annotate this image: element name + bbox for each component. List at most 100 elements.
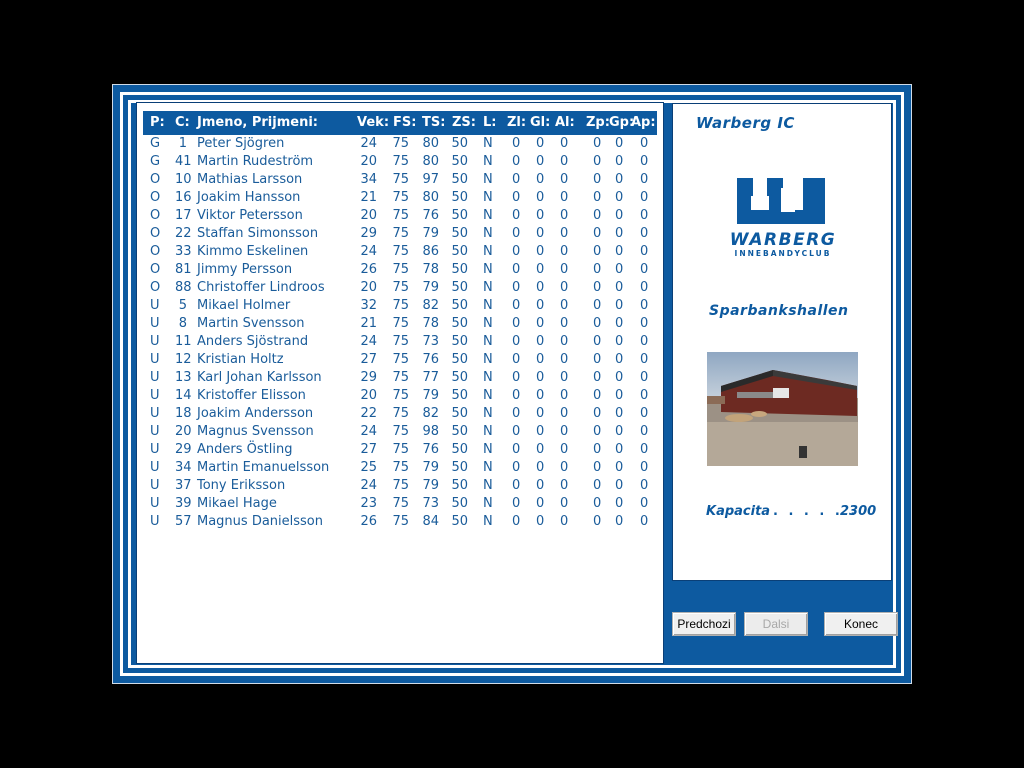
player-num: 37	[175, 478, 192, 493]
player-row[interactable]: U 37 Tony Eriksson 24 75 79 50 N 0 0 0 0 0 0	[143, 477, 657, 495]
player-al: 0	[560, 136, 569, 151]
player-row[interactable]: U 39 Mikael Hage 23 75 73 50 N 0 0 0 0 0 0	[143, 495, 657, 513]
player-gp: 0	[615, 388, 624, 403]
player-row[interactable]: U 11 Anders Sjöstrand 24 75 73 50 N 0 0 0 0 0 0	[143, 333, 657, 351]
player-name: Staffan Simonsson	[197, 226, 319, 241]
player-row[interactable]: G 41 Martin Rudeström 20 75 80 50 N 0 0 0 0 0 0	[143, 153, 657, 171]
player-pos: U	[150, 370, 160, 385]
player-fs: 75	[392, 226, 409, 241]
player-row[interactable]: U 34 Martin Emanuelsson 25 75 79 50 N 0 0 0 0 0 0	[143, 459, 657, 477]
player-gp: 0	[615, 496, 624, 511]
player-zl: 0	[512, 226, 521, 241]
player-zl: 0	[512, 442, 521, 457]
col-header-ap: Ap:	[631, 115, 656, 130]
arena-name: Sparbankshallen	[709, 303, 849, 319]
player-row[interactable]: O 17 Viktor Petersson 20 75 76 50 N 0 0 0 0 0 0	[143, 207, 657, 225]
team-info-panel: Warberg IC WARBERG INNEBANDYCLUB Sparban…	[672, 103, 892, 581]
player-zs: 50	[451, 424, 468, 439]
player-row[interactable]: U 12 Kristian Holtz 27 75 76 50 N 0 0 0 0 0 0	[143, 351, 657, 369]
player-al: 0	[560, 478, 569, 493]
capacity-label: Kapacita	[706, 504, 771, 519]
player-name: Anders Östling	[197, 442, 293, 457]
player-ts: 78	[422, 262, 439, 277]
player-fs: 75	[392, 334, 409, 349]
player-gp: 0	[615, 298, 624, 313]
player-gp: 0	[615, 190, 624, 205]
player-ap: 0	[640, 298, 649, 313]
player-al: 0	[560, 154, 569, 169]
player-name: Kimmo Eskelinen	[197, 244, 309, 259]
player-row[interactable]: O 81 Jimmy Persson 26 75 78 50 N 0 0 0 0 0 0	[143, 261, 657, 279]
player-pos: U	[150, 406, 160, 421]
player-zs: 50	[451, 388, 468, 403]
col-header-gl: Gl:	[530, 115, 551, 130]
player-ts: 80	[422, 190, 439, 205]
player-ts: 79	[422, 280, 439, 295]
player-name: Peter Sjögren	[197, 136, 285, 151]
logo-wordmark: WARBERG	[730, 230, 837, 250]
player-zl: 0	[512, 352, 521, 367]
player-zs: 50	[451, 190, 468, 205]
player-row[interactable]: O 16 Joakim Hansson 21 75 80 50 N 0 0 0 0 0 0	[143, 189, 657, 207]
player-name: Mikael Holmer	[197, 298, 291, 313]
player-row[interactable]: U 13 Karl Johan Karlsson 29 75 77 50 N 0 0 0 0 0 0	[143, 369, 657, 387]
player-row[interactable]: U 8 Martin Svensson 21 75 78 50 N 0 0 0 0 0 0	[143, 315, 657, 333]
player-zs: 50	[451, 442, 468, 457]
player-ap: 0	[640, 478, 649, 493]
player-zs: 50	[451, 316, 468, 331]
player-zp: 0	[593, 460, 602, 475]
player-num: 20	[175, 424, 192, 439]
player-row[interactable]: G 1 Peter Sjögren 24 75 80 50 N 0 0 0 0 0 0	[143, 135, 657, 153]
player-l: N	[483, 262, 493, 277]
player-row[interactable]: U 20 Magnus Svensson 24 75 98 50 N 0 0 0 0 0 0	[143, 423, 657, 441]
player-al: 0	[560, 262, 569, 277]
player-age: 32	[360, 298, 377, 313]
player-gl: 0	[536, 316, 545, 331]
player-row[interactable]: O 22 Staffan Simonsson 29 75 79 50 N 0 0 0 0 0 0	[143, 225, 657, 243]
player-age: 27	[360, 442, 377, 457]
player-gl: 0	[536, 262, 545, 277]
player-row[interactable]: U 29 Anders Östling 27 75 76 50 N 0 0 0 0 0 0	[143, 441, 657, 459]
player-fs: 75	[392, 280, 409, 295]
player-row[interactable]: U 18 Joakim Andersson 22 75 82 50 N 0 0 0 0 0 0	[143, 405, 657, 423]
player-row[interactable]: O 33 Kimmo Eskelinen 24 75 86 50 N 0 0 0 0 0 0	[143, 243, 657, 261]
player-zp: 0	[593, 244, 602, 259]
player-row[interactable]: O 88 Christoffer Lindroos 20 75 79 50 N 0 0 0 0 0 0	[143, 279, 657, 297]
player-row[interactable]: U 57 Magnus Danielsson 26 75 84 50 N 0 0 0 0 0 0	[143, 513, 657, 531]
player-gl: 0	[536, 298, 545, 313]
col-header-zl: Zl:	[507, 115, 527, 130]
player-zl: 0	[512, 172, 521, 187]
player-age: 25	[360, 460, 377, 475]
player-zl: 0	[512, 424, 521, 439]
player-gp: 0	[615, 424, 624, 439]
player-al: 0	[560, 406, 569, 421]
player-zl: 0	[512, 460, 521, 475]
player-l: N	[483, 280, 493, 295]
player-row[interactable]: U 5 Mikael Holmer 32 75 82 50 N 0 0 0 0 0 0	[143, 297, 657, 315]
previous-button[interactable]: Predchozi	[672, 612, 736, 636]
next-button[interactable]: Dalsi	[744, 612, 808, 636]
player-pos: O	[150, 280, 161, 295]
player-zs: 50	[451, 172, 468, 187]
end-button[interactable]: Konec	[824, 612, 898, 636]
player-zl: 0	[512, 496, 521, 511]
player-zl: 0	[512, 388, 521, 403]
player-age: 24	[360, 478, 377, 493]
player-ap: 0	[640, 460, 649, 475]
player-gl: 0	[536, 406, 545, 421]
player-fs: 75	[392, 388, 409, 403]
col-header-al: Al:	[555, 115, 575, 130]
player-row[interactable]: O 10 Mathias Larsson 34 75 97 50 N 0 0 0 0 0 0	[143, 171, 657, 189]
player-zl: 0	[512, 298, 521, 313]
player-zp: 0	[593, 352, 602, 367]
player-l: N	[483, 298, 493, 313]
player-gp: 0	[615, 316, 624, 331]
player-zp: 0	[593, 478, 602, 493]
player-row[interactable]: U 14 Kristoffer Elisson 20 75 79 50 N 0 0 0 0 0 0	[143, 387, 657, 405]
player-num: 5	[178, 298, 187, 313]
player-num: 16	[175, 190, 192, 205]
player-ts: 76	[422, 208, 439, 223]
player-ap: 0	[640, 136, 649, 151]
player-gl: 0	[536, 460, 545, 475]
player-num: 17	[175, 208, 192, 223]
